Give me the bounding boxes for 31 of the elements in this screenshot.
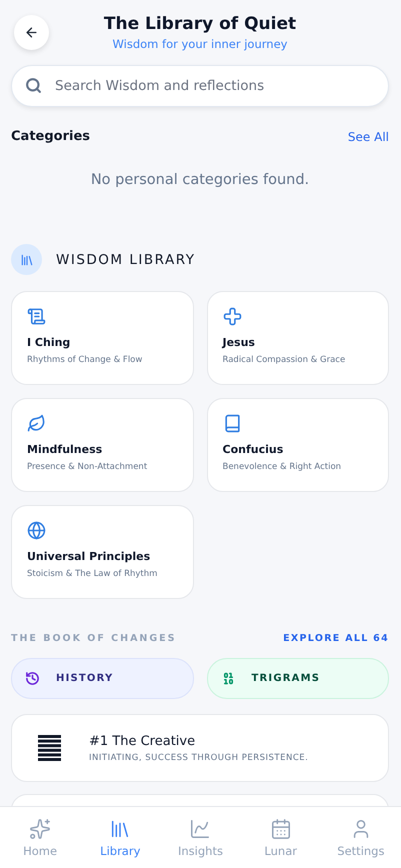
search-field[interactable]: Search Wisdom and reflections: [11, 65, 389, 107]
search-icon: [25, 77, 42, 94]
section-title: WISDOM LIBRARY: [56, 252, 196, 268]
wisdom-card[interactable]: I Ching Rhythms of Change & Flow: [11, 291, 194, 385]
globe-icon: [27, 521, 46, 540]
page-subtitle: Wisdom for your inner journey: [112, 37, 288, 51]
cross-icon: [222, 307, 242, 326]
history-button[interactable]: HISTORY: [11, 658, 194, 699]
sparkle-icon: [29, 818, 52, 840]
page-title: The Library of Quiet: [104, 14, 296, 34]
trigrams-button[interactable]: TRIGRAMS: [206, 658, 389, 699]
wisdom-card[interactable]: Mindfulness Presence & Non-Attachment: [11, 398, 194, 492]
see-all-link[interactable]: See All: [348, 130, 389, 144]
book-icon: [222, 414, 242, 433]
wisdom-card[interactable]: Universal Principles Stoicism & The Law of Rhythm: [11, 505, 194, 599]
hexagram-icon: [38, 734, 61, 762]
section-title: THE BOOK OF CHANGES: [11, 633, 177, 644]
nav-tab[interactable]: Library: [80, 818, 160, 858]
wisdom-card[interactable]: Jesus Radical Compassion & Grace: [206, 291, 389, 385]
history-icon: [25, 671, 40, 686]
calendar-icon: [270, 818, 292, 840]
trend-icon: [189, 818, 212, 840]
section-title: Categories: [11, 129, 90, 144]
explore-link[interactable]: EXPLORE ALL 64: [283, 633, 389, 644]
hexagram-card[interactable]: #1 The Creative INITIATING, SUCCESS THROUGH PERSISTENCE.: [11, 714, 389, 782]
empty-message: No personal categories found.: [90, 172, 310, 188]
wisdom-card[interactable]: Confucius Benevolence & Right Action: [206, 398, 389, 492]
library-icon: [11, 244, 42, 275]
back-button[interactable]: [14, 15, 49, 50]
scroll-icon: [27, 307, 46, 326]
leaf-icon: [27, 414, 46, 433]
